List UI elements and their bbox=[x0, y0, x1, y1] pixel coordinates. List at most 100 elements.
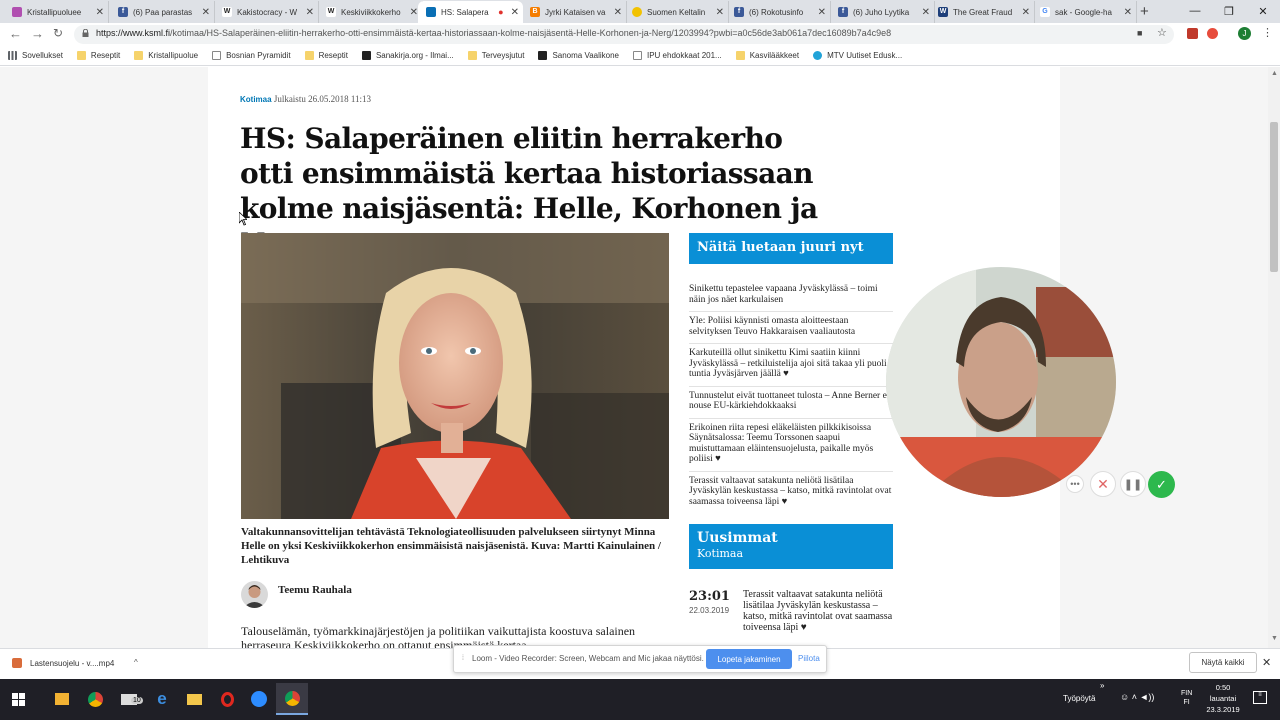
edge-app[interactable]: e bbox=[146, 683, 178, 715]
tab-favicon bbox=[12, 7, 22, 17]
latest-subtitle: Kotimaa bbox=[697, 547, 744, 560]
opera-app[interactable] bbox=[211, 683, 243, 715]
most-read-item[interactable]: Sinikettu tepastelee vapaana Jyväskyläss… bbox=[689, 280, 893, 311]
author-name[interactable]: Teemu Rauhala bbox=[278, 584, 352, 596]
explorer-app[interactable] bbox=[178, 683, 210, 715]
bookmark[interactable]: MTV Uutiset Edusk... bbox=[813, 51, 902, 60]
most-read-item[interactable]: Yle: Poliisi käynnisti omasta aloitteest… bbox=[689, 311, 893, 343]
stop-sharing-button[interactable]: Lopeta jakaminen bbox=[706, 649, 792, 669]
close-tab-icon[interactable]: ✕ bbox=[922, 7, 930, 18]
scrollbar-thumb[interactable] bbox=[1270, 122, 1278, 272]
menu-icon[interactable]: ⋮ bbox=[1262, 26, 1273, 39]
bookmark[interactable]: Bosnian Pyramidit bbox=[212, 51, 291, 60]
loom-extension-icon[interactable] bbox=[1207, 28, 1218, 39]
close-window-icon[interactable]: ✕ bbox=[1246, 0, 1280, 22]
tab[interactable]: W Keskiviikkokerho ✕ bbox=[318, 1, 423, 23]
page-icon bbox=[212, 51, 222, 60]
most-read-item[interactable]: Erikoinen riita repesi eläkeläisten pilk… bbox=[689, 417, 893, 471]
notification-center-icon[interactable]: ≡ bbox=[1253, 691, 1267, 704]
close-tab-icon[interactable]: ✕ bbox=[306, 7, 314, 18]
article-photo[interactable] bbox=[241, 233, 669, 519]
start-button[interactable] bbox=[2, 683, 34, 715]
tab[interactable]: f (6) Juho Lyytika ✕ bbox=[830, 1, 935, 23]
bookmark-folder[interactable]: Reseptit bbox=[76, 51, 120, 60]
close-tab-icon[interactable]: ✕ bbox=[410, 7, 418, 18]
recording-icon: ● bbox=[498, 7, 504, 17]
back-icon[interactable]: ← bbox=[9, 26, 22, 41]
store-app[interactable] bbox=[46, 683, 78, 715]
bookmark-folder[interactable]: Kasvilääkkeet bbox=[735, 51, 799, 60]
close-download-bar-icon[interactable]: ✕ bbox=[1262, 656, 1271, 669]
most-read-item[interactable]: Tunnustelut eivät tuottaneet tulosta – A… bbox=[689, 385, 893, 418]
close-tab-icon[interactable]: ✕ bbox=[202, 7, 210, 18]
restore-icon[interactable]: ❐ bbox=[1212, 0, 1246, 22]
close-tab-icon[interactable]: ✕ bbox=[818, 7, 826, 18]
extension-icon[interactable] bbox=[1187, 28, 1198, 39]
profile-avatar[interactable]: J bbox=[1238, 27, 1251, 40]
mail-app[interactable]: 10 bbox=[113, 683, 145, 715]
reload-icon[interactable]: ↻ bbox=[53, 26, 63, 40]
chevron-up-icon[interactable]: ^ bbox=[134, 658, 138, 667]
tab[interactable]: Suomen Keltalin ✕ bbox=[624, 1, 729, 23]
desktop-toolbar-label[interactable]: Työpöytä bbox=[1063, 694, 1095, 703]
close-tab-icon[interactable]: ✕ bbox=[614, 7, 622, 18]
pause-recording-button[interactable]: ❚❚ bbox=[1120, 471, 1146, 497]
chrome-app-active[interactable] bbox=[276, 683, 308, 715]
show-all-button[interactable]: Näytä kaikki bbox=[1189, 652, 1257, 673]
tab[interactable]: Gsak - Google-ha ✕ bbox=[1032, 1, 1137, 23]
close-tab-icon[interactable]: ✕ bbox=[1022, 7, 1030, 18]
tab[interactable]: W The Great Fraud ✕ bbox=[930, 1, 1035, 23]
edge-icon: e bbox=[157, 689, 167, 708]
finish-recording-button[interactable]: ✓ bbox=[1148, 471, 1175, 498]
download-item[interactable]: Lastensuojelu - v....mp4 bbox=[12, 658, 114, 668]
hide-notice-button[interactable]: Piilota bbox=[798, 654, 820, 663]
cancel-recording-button[interactable]: ✕ bbox=[1090, 471, 1116, 497]
bookmark-label: Terveysjutut bbox=[481, 51, 525, 60]
more-options-icon[interactable]: ••• bbox=[1066, 475, 1084, 493]
close-tab-icon[interactable]: ✕ bbox=[716, 7, 724, 18]
bookmarks-bar: Sovellukset Reseptit Kristallipuolue Bos… bbox=[0, 46, 1280, 66]
latest-item[interactable]: Terassit valtaavat satakunta neliötä lis… bbox=[743, 589, 893, 633]
tab[interactable]: W Kakistocracy - W ✕ bbox=[214, 1, 319, 23]
new-tab-icon[interactable]: + bbox=[1140, 3, 1149, 20]
tab-active[interactable]: HS: Salapera ● ✕ bbox=[418, 1, 523, 23]
drag-handle-icon[interactable]: ⁞ bbox=[462, 655, 464, 662]
scroll-down-icon[interactable]: ▼ bbox=[1271, 635, 1278, 642]
wikipedia-icon: W bbox=[222, 7, 232, 17]
close-tab-icon[interactable]: ✕ bbox=[1124, 7, 1132, 18]
category-link[interactable]: Kotimaa bbox=[240, 95, 272, 104]
bookmark-star-icon[interactable]: ☆ bbox=[1157, 26, 1167, 39]
tab[interactable]: f (6) Rokotusinfo ✕ bbox=[726, 1, 831, 23]
minimize-icon[interactable]: — bbox=[1178, 0, 1212, 22]
tab-title: Kakistocracy - W bbox=[237, 7, 298, 17]
bookmark[interactable]: Sanakirja.org - Ilmai... bbox=[361, 51, 454, 60]
article-meta: Kotimaa Julkaistu 26.05.2018 11:13 bbox=[240, 94, 371, 104]
webcam-bubble[interactable] bbox=[886, 267, 1116, 497]
page-scrollbar[interactable]: ▲ ▼ bbox=[1268, 67, 1280, 648]
close-tab-icon[interactable]: ✕ bbox=[511, 7, 519, 18]
tab[interactable]: f (6) Paa parastas ✕ bbox=[110, 1, 215, 23]
close-tab-icon[interactable]: ✕ bbox=[96, 7, 104, 18]
tab[interactable]: B Jyrki Kataisen va ✕ bbox=[522, 1, 627, 23]
bookmark-folder[interactable]: Reseptit bbox=[304, 51, 348, 60]
bookmark-folder[interactable]: Terveysjutut bbox=[467, 51, 525, 60]
author-avatar bbox=[241, 581, 268, 608]
bookmark-folder[interactable]: Kristallipuolue bbox=[134, 51, 198, 60]
bookmark[interactable]: Sanoma Vaalikone bbox=[538, 51, 619, 60]
most-read-item[interactable]: Terassit valtaavat satakunta neliötä lis… bbox=[689, 470, 893, 514]
site-icon: W bbox=[938, 7, 948, 17]
scroll-up-icon[interactable]: ▲ bbox=[1271, 70, 1278, 77]
zoom-app[interactable] bbox=[243, 683, 275, 715]
toolbar-chevron-icon[interactable]: » bbox=[1100, 681, 1104, 690]
input-language[interactable]: FIN FI bbox=[1181, 689, 1192, 707]
most-read-item[interactable]: Karkuteillä ollut sinikettu Kimi saatiin… bbox=[689, 343, 893, 386]
forward-icon[interactable]: → bbox=[31, 26, 44, 41]
bookmark-apps[interactable]: Sovellukset bbox=[8, 51, 63, 60]
system-tray-icons[interactable]: ☺ ˄ ◄)) bbox=[1120, 692, 1154, 702]
chrome-app[interactable] bbox=[79, 683, 111, 715]
clock[interactable]: 0:50 lauantai 23.3.2019 bbox=[1205, 682, 1241, 715]
bookmark[interactable]: IPU ehdokkaat 201... bbox=[633, 51, 722, 60]
keyboard-layout: FI bbox=[1183, 699, 1190, 706]
camera-icon[interactable]: ■ bbox=[1137, 28, 1142, 38]
tab[interactable]: Kristallipuoluee ✕ bbox=[4, 1, 109, 23]
